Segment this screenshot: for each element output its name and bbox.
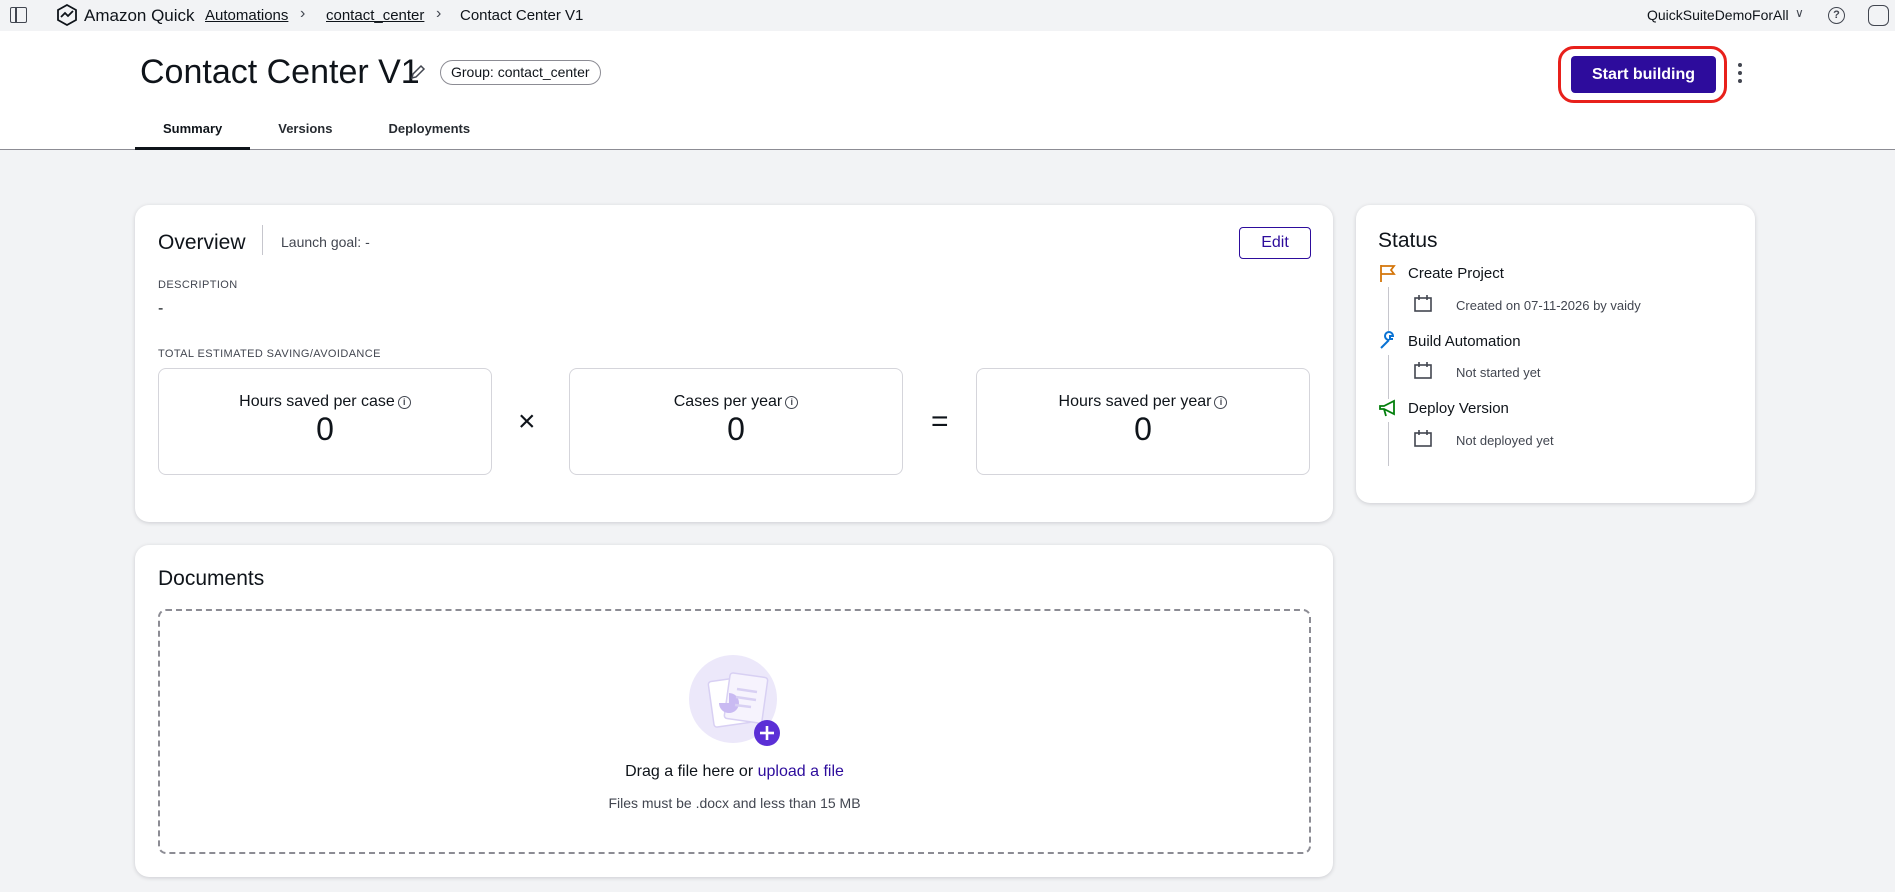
notifications-icon[interactable] xyxy=(1868,5,1889,26)
brand-name[interactable]: Amazon Quick xyxy=(84,6,195,26)
documents-heading: Documents xyxy=(158,567,265,590)
page-header: Contact Center V1 Group: contact_center … xyxy=(0,31,1895,150)
multiply-sign: × xyxy=(518,405,536,438)
drop-instruction: Drag a file here or xyxy=(625,763,754,780)
wrench-icon xyxy=(1380,331,1395,349)
breadcrumb-chevron-icon: › xyxy=(436,5,442,22)
breadcrumb-chevron-icon: › xyxy=(300,5,306,22)
metric-label: Hours saved per year xyxy=(1058,393,1212,410)
top-navigation: Amazon Quick Automations › contact_cente… xyxy=(0,0,1895,31)
info-icon[interactable]: i xyxy=(1214,396,1228,409)
timeline-line xyxy=(1388,287,1389,331)
file-dropzone[interactable]: Drag a file here or upload a file Files … xyxy=(158,609,1311,854)
sidebar-toggle-icon[interactable] xyxy=(10,7,27,23)
timeline-line xyxy=(1388,355,1389,399)
divider xyxy=(262,225,263,255)
breadcrumb-automations[interactable]: Automations xyxy=(205,7,288,24)
overview-heading: Overview xyxy=(158,231,246,254)
status-heading: Status xyxy=(1378,229,1438,252)
launch-goal: Launch goal: - xyxy=(281,234,370,250)
status-step-title: Create Project xyxy=(1408,265,1504,282)
metric-label: Cases per year xyxy=(673,393,783,410)
equals-sign: = xyxy=(931,405,949,438)
group-badge: Group: contact_center xyxy=(440,60,601,85)
status-step-detail: Not deployed yet xyxy=(1456,433,1554,448)
tab-deployments[interactable]: Deployments xyxy=(360,115,498,150)
metric-hours-per-case: Hours saved per case i 0 xyxy=(158,368,492,475)
description-value: - xyxy=(158,300,164,317)
timeline-line xyxy=(1388,422,1389,466)
edit-button[interactable]: Edit xyxy=(1239,227,1311,259)
status-step-detail: Created on 07-11-2026 by vaidy xyxy=(1456,298,1641,313)
calendar-icon xyxy=(1414,295,1432,312)
document-upload-illustration-icon xyxy=(689,655,780,746)
metric-value: 0 xyxy=(316,411,334,447)
pencil-icon[interactable] xyxy=(410,64,426,80)
documents-card: Documents Drag a file here or upload a f… xyxy=(135,545,1333,877)
tab-summary[interactable]: Summary xyxy=(135,115,251,150)
metric-value: 0 xyxy=(1134,411,1152,447)
status-step-title: Deploy Version xyxy=(1408,400,1509,417)
tab-versions[interactable]: Versions xyxy=(250,115,360,150)
calendar-icon xyxy=(1414,362,1432,379)
chevron-down-icon[interactable]: ∨ xyxy=(1795,6,1804,20)
metric-cases-per-year: Cases per year i 0 xyxy=(569,368,903,475)
metric-value: 0 xyxy=(727,411,745,447)
breadcrumb-current: Contact Center V1 xyxy=(460,7,584,24)
savings-label: TOTAL ESTIMATED SAVING/AVOIDANCE xyxy=(158,348,381,360)
upload-file-link[interactable]: upload a file xyxy=(758,763,844,780)
info-icon[interactable]: i xyxy=(785,396,799,409)
account-menu[interactable]: QuickSuiteDemoForAll xyxy=(1647,7,1789,23)
metric-label: Hours saved per case xyxy=(239,393,395,410)
info-icon[interactable]: i xyxy=(397,396,411,409)
tab-bar: Summary Versions Deployments xyxy=(135,115,498,150)
breadcrumb-contact-center[interactable]: contact_center xyxy=(326,7,424,24)
more-actions-icon[interactable] xyxy=(1733,58,1747,88)
status-card: Status Create Project Created on 07-11-2… xyxy=(1356,205,1755,503)
start-building-button[interactable]: Start building xyxy=(1571,56,1716,93)
overview-card: Overview Launch goal: - Edit DESCRIPTION… xyxy=(135,205,1333,522)
calendar-icon xyxy=(1414,430,1432,447)
metric-hours-per-year: Hours saved per year i 0 xyxy=(976,368,1310,475)
page-title: Contact Center V1 xyxy=(140,53,420,91)
status-step-title: Build Automation xyxy=(1408,333,1521,350)
upload-hint: Files must be .docx and less than 15 MB xyxy=(608,795,861,811)
flag-icon xyxy=(1380,265,1396,282)
status-step-detail: Not started yet xyxy=(1456,365,1541,380)
amazon-quick-logo-icon xyxy=(57,4,77,26)
help-icon[interactable]: ? xyxy=(1828,7,1845,24)
description-label: DESCRIPTION xyxy=(158,279,238,291)
megaphone-icon xyxy=(1379,399,1395,417)
